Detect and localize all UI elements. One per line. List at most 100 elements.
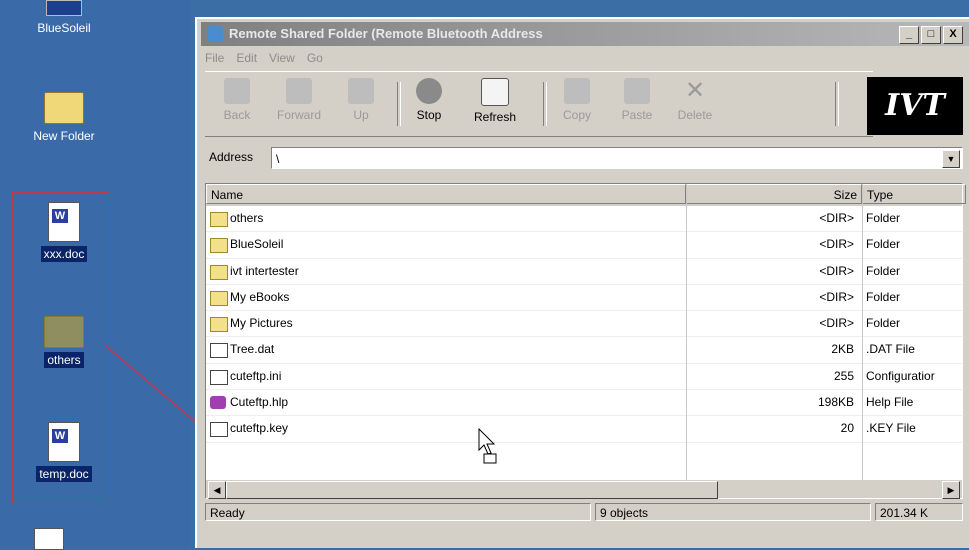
file-name: BlueSoleil [230, 237, 284, 252]
ivt-logo: IVT [867, 77, 963, 135]
horizontal-scrollbar[interactable]: ◀ ▶ [206, 480, 962, 499]
menu-go[interactable]: Go [307, 51, 323, 65]
back-button[interactable]: Back [209, 78, 265, 122]
status-text: Ready [205, 503, 591, 521]
file-size: <DIR> [819, 237, 854, 252]
stop-icon [416, 78, 442, 104]
forward-label: Forward [276, 108, 321, 122]
scroll-thumb[interactable] [226, 481, 718, 499]
folder-icon [44, 92, 84, 124]
maximize-button[interactable]: □ [921, 26, 941, 44]
toolbar: Back Forward Up Stop Refresh Copy Paste [205, 71, 873, 137]
paste-icon [624, 78, 650, 104]
list-item[interactable]: cuteftp.key 20 .KEY File [206, 416, 962, 443]
menu-view[interactable]: View [269, 51, 295, 65]
file-size: <DIR> [819, 211, 854, 225]
file-name: My eBooks [230, 289, 290, 304]
desktop-icon-partial[interactable] [34, 528, 64, 550]
file-name: others [230, 211, 264, 225]
window-title: Remote Shared Folder (Remote Bluetooth A… [229, 26, 543, 41]
desktop-icon-bluesoleil[interactable]: BlueSoleil [16, 0, 112, 36]
delete-icon: ✕ [684, 77, 706, 104]
copy-button[interactable]: Copy [549, 78, 605, 122]
menu-file[interactable]: File [205, 51, 224, 65]
folder-icon [210, 290, 228, 306]
refresh-label: Refresh [473, 110, 517, 124]
folder-icon [210, 264, 228, 280]
file-name: cuteftp.ini [230, 368, 282, 383]
dat-file-icon [210, 343, 228, 359]
bluesoleil-icon [46, 0, 82, 16]
help-file-icon [210, 396, 226, 410]
bluetooth-folder-icon [207, 26, 223, 42]
list-item[interactable]: others <DIR> Folder [206, 206, 962, 233]
file-type: Folder [866, 263, 901, 278]
file-size: 198KB [817, 395, 854, 410]
file-name: Tree.dat [230, 342, 275, 357]
list-header: Name Size Type [206, 184, 966, 206]
up-folder-icon [348, 78, 374, 104]
scroll-right-arrow-icon[interactable]: ▶ [942, 481, 960, 499]
desktop-icon-label: BlueSoleil [37, 21, 91, 35]
column-header-type[interactable]: Type [862, 184, 966, 204]
list-item[interactable]: My eBooks <DIR> Folder [206, 285, 962, 312]
list-item[interactable]: Tree.dat 2KB .DAT File [206, 337, 962, 364]
list-item[interactable]: My Pictures <DIR> Folder [206, 311, 962, 338]
desktop-icon-new-folder[interactable]: New Folder [16, 92, 112, 144]
file-list: Name Size Type others <DIR> Folder BlueSol… [205, 183, 966, 499]
minimize-button[interactable]: _ [899, 26, 919, 44]
drag-cursor-icon [478, 428, 497, 464]
refresh-button[interactable]: Refresh [467, 78, 523, 124]
file-type: Folder [866, 316, 901, 331]
list-item[interactable]: ivt intertester <DIR> Folder [206, 259, 962, 285]
file-type: Folder [866, 237, 901, 252]
menu-edit[interactable]: Edit [236, 51, 257, 65]
title-bar[interactable]: Remote Shared Folder (Remote Bluetooth A… [201, 22, 969, 46]
chevron-down-icon[interactable]: ▼ [942, 150, 960, 168]
desktop-icon-label: New Folder [33, 129, 95, 143]
explorer-window: Remote Shared Folder (Remote Bluetooth A… [195, 17, 969, 548]
address-input[interactable]: \ ▼ [271, 147, 963, 169]
close-button[interactable]: X [943, 26, 963, 44]
file-name: cuteftp.key [230, 421, 289, 436]
column-header-size[interactable]: Size [686, 184, 862, 204]
list-item[interactable]: BlueSoleil <DIR> Folder [206, 232, 962, 259]
column-header-name[interactable]: Name [206, 184, 686, 204]
paste-button[interactable]: Paste [609, 78, 665, 122]
list-item[interactable]: Cuteftp.hlp 198KB Help File [206, 390, 962, 417]
up-button[interactable]: Up [333, 78, 389, 122]
scroll-left-arrow-icon[interactable]: ◀ [208, 481, 226, 499]
address-bar: Address \ ▼ [205, 145, 963, 171]
list-item[interactable]: cuteftp.ini 255 Configuratior [206, 364, 962, 391]
stop-button[interactable]: Stop [401, 78, 457, 122]
folder-icon [210, 238, 228, 254]
folder-icon [210, 317, 228, 333]
forward-button[interactable]: Forward [271, 78, 327, 122]
delete-button[interactable]: ✕ Delete [667, 77, 723, 123]
toolbar-separator [543, 82, 547, 126]
status-bar: Ready 9 objects 201.34 K [205, 501, 963, 523]
up-label: Up [353, 108, 369, 122]
file-size: <DIR> [819, 289, 854, 304]
address-value: \ [276, 152, 280, 166]
file-type: .KEY File [866, 421, 916, 436]
back-label: Back [223, 108, 251, 122]
file-size: 255 [833, 368, 854, 383]
forward-arrow-icon [286, 78, 312, 104]
file-type: Configuratior [866, 368, 935, 383]
folder-icon [210, 212, 228, 227]
address-label: Address [209, 150, 254, 164]
copy-icon [564, 78, 590, 104]
paste-label: Paste [621, 108, 653, 122]
toolbar-separator [835, 82, 839, 126]
file-size: 2KB [831, 342, 854, 357]
ini-file-icon [210, 369, 228, 385]
file-type: .DAT File [866, 342, 915, 357]
column-divider [862, 184, 863, 498]
file-type: Folder [866, 211, 901, 225]
delete-label: Delete [677, 108, 713, 122]
menu-bar: File Edit View Go [205, 51, 323, 65]
key-file-icon [210, 422, 228, 438]
status-size: 201.34 K [875, 503, 963, 521]
file-rows: others <DIR> Folder BlueSoleil <DIR> Folder … [206, 206, 962, 443]
